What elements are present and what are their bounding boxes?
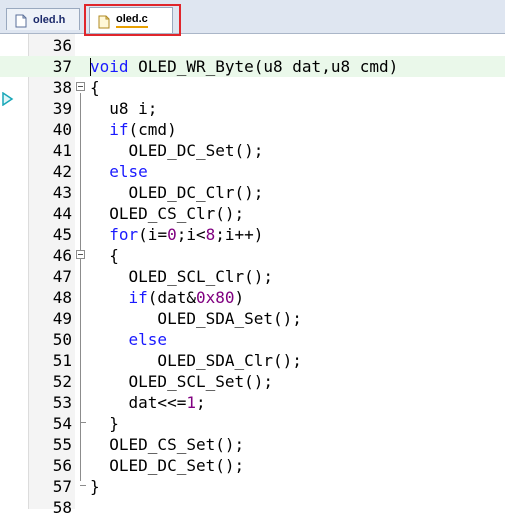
code-text: OLED_CS_Set();: [90, 435, 245, 454]
number-token: 0x80: [195, 288, 235, 307]
line-number: 53: [52, 393, 72, 412]
code-text: else: [90, 161, 148, 182]
file-icon: [15, 13, 27, 27]
line-number: 37: [52, 57, 72, 76]
code-line[interactable]: 38 {: [0, 77, 505, 98]
line-number: 57: [52, 477, 72, 496]
code-line[interactable]: 49 OLED_SDA_Set();: [0, 308, 505, 329]
code-line[interactable]: 53 dat<<=1;: [0, 392, 505, 413]
line-number: 45: [52, 225, 72, 244]
number-token: 8: [205, 225, 216, 244]
line-number: 54: [52, 414, 72, 433]
keyword-token: else: [109, 162, 148, 181]
tab-highlight-annotation: [84, 4, 181, 36]
code-text: dat<<=1;: [90, 393, 206, 412]
code-line[interactable]: 39 u8 i;: [0, 98, 505, 119]
keyword-token: else: [128, 330, 168, 349]
code-line[interactable]: 50 else: [0, 329, 505, 350]
line-number: 51: [52, 351, 72, 370]
code-text: OLED_SDA_Clr();: [90, 351, 302, 370]
line-number: 49: [52, 309, 72, 328]
code-line[interactable]: 40 if(cmd): [0, 119, 505, 140]
code-text: if(cmd): [109, 120, 177, 139]
keyword-token: if: [109, 120, 129, 139]
code-line[interactable]: 56 OLED_DC_Set();: [0, 455, 505, 476]
code-line[interactable]: 44 OLED_CS_Clr();: [0, 203, 505, 224]
code-line[interactable]: 52 OLED_SCL_Set();: [0, 371, 505, 392]
line-number: 39: [52, 99, 72, 118]
code-text: void OLED_WR_Byte(u8 dat,u8 cmd): [90, 57, 399, 76]
line-number: 50: [52, 330, 72, 349]
code-text: u8 i;: [90, 99, 158, 118]
code-text: {: [90, 78, 100, 97]
code-text: OLED_DC_Clr();: [90, 183, 264, 202]
code-text: OLED_SCL_Clr();: [90, 267, 274, 286]
code-line[interactable]: 37 void OLED_WR_Byte(u8 dat,u8 cmd): [0, 56, 505, 77]
fold-toggle-icon[interactable]: [76, 250, 85, 259]
line-number: 40: [52, 120, 72, 139]
text-caret: [90, 58, 91, 76]
line-number: 46: [52, 246, 72, 265]
number-token: 1: [186, 393, 196, 412]
code-line[interactable]: 45 for(i=0;i<8;i++): [0, 224, 505, 245]
code-text: if(dat&0x80): [128, 288, 245, 307]
line-number: 43: [52, 183, 72, 202]
code-line[interactable]: 41 OLED_DC_Set();: [0, 140, 505, 161]
code-text: {: [90, 246, 119, 265]
code-line[interactable]: 51 OLED_SDA_Clr();: [0, 350, 505, 371]
tab-label: oled.h: [33, 13, 66, 26]
code-text: }: [90, 477, 100, 496]
code-text: OLED_SDA_Set();: [90, 309, 302, 328]
keyword-token: void: [90, 57, 129, 76]
code-line[interactable]: 43 OLED_DC_Clr();: [0, 182, 505, 203]
code-line[interactable]: 57}: [0, 476, 505, 497]
code-text: }: [90, 414, 119, 433]
code-editor[interactable]: 36 37 void OLED_WR_Byte(u8 dat,u8 cmd) 38 {3…: [0, 34, 505, 517]
line-number: 36: [52, 36, 72, 55]
keyword-token: for: [109, 225, 139, 244]
editor-tab-bar: oled.h oled.c: [0, 0, 505, 36]
line-number: 58: [52, 498, 72, 517]
line-number: 48: [52, 288, 72, 307]
code-text: else: [90, 329, 168, 350]
code-line[interactable]: 55 OLED_CS_Set();: [0, 434, 505, 455]
code-text: for(i=0;i<8;i++): [109, 225, 264, 244]
code-text: OLED_DC_Set();: [90, 456, 245, 475]
line-number: 44: [52, 204, 72, 223]
line-number: 56: [52, 456, 72, 475]
line-number: 52: [52, 372, 72, 391]
code-line[interactable]: 47 OLED_SCL_Clr();: [0, 266, 505, 287]
code-line[interactable]: 42 else: [0, 161, 505, 182]
keyword-token: if: [128, 288, 148, 307]
code-text: OLED_SCL_Set();: [90, 372, 274, 391]
fold-toggle-icon[interactable]: [76, 82, 85, 91]
line-number: 41: [52, 141, 72, 160]
code-line[interactable]: 48 if(dat&0x80): [0, 287, 505, 308]
line-number: 38: [52, 78, 72, 97]
tab-oled-h[interactable]: oled.h: [6, 8, 80, 30]
number-token: 0: [167, 225, 177, 244]
line-number: 47: [52, 267, 72, 286]
line-number: 55: [52, 435, 72, 454]
code-line[interactable]: 58: [0, 497, 505, 518]
code-text: OLED_CS_Clr();: [90, 204, 245, 223]
code-line[interactable]: 54 }: [0, 413, 505, 434]
code-text: OLED_DC_Set();: [90, 141, 264, 160]
code-line[interactable]: 46 {: [0, 245, 505, 266]
line-number: 42: [52, 162, 72, 181]
code-line[interactable]: 36: [0, 35, 505, 56]
